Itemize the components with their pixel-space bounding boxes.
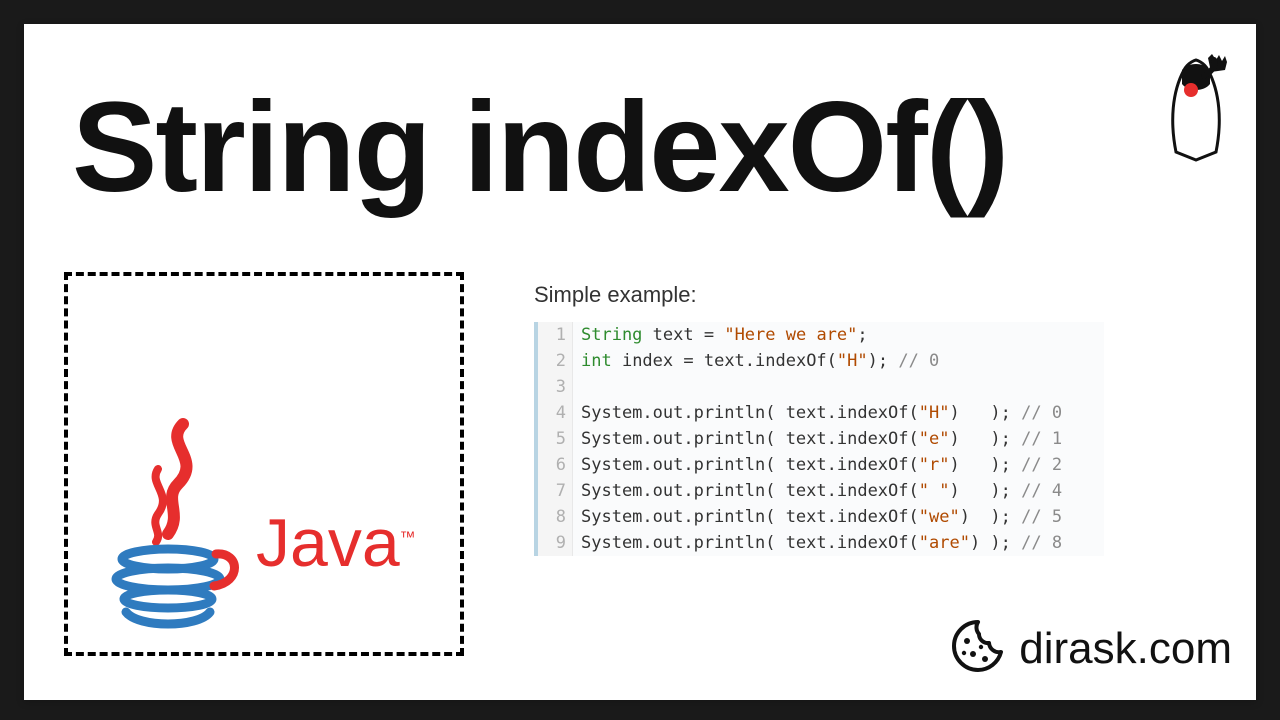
java-duke-icon bbox=[1164, 52, 1228, 162]
line-number: 4 bbox=[538, 400, 573, 426]
line-number: 9 bbox=[538, 530, 573, 556]
code-content: System.out.println( text.indexOf("e") );… bbox=[573, 426, 1062, 452]
brand-text: dirask.com bbox=[1019, 624, 1232, 674]
code-content: System.out.println( text.indexOf("r") );… bbox=[573, 452, 1062, 478]
code-line: 6System.out.println( text.indexOf("r") )… bbox=[538, 452, 1104, 478]
line-number: 3 bbox=[538, 374, 573, 400]
code-content bbox=[573, 374, 591, 400]
page-title: String indexOf() bbox=[72, 84, 1007, 212]
slide-canvas: String indexOf() bbox=[24, 24, 1256, 700]
cookie-icon bbox=[951, 619, 1005, 678]
line-number: 8 bbox=[538, 504, 573, 530]
line-number: 7 bbox=[538, 478, 573, 504]
code-content: String text = "Here we are"; bbox=[573, 322, 868, 348]
java-logo-icon: Java™ bbox=[128, 414, 408, 634]
code-line: 4System.out.println( text.indexOf("H") )… bbox=[538, 400, 1104, 426]
code-line: 1String text = "Here we are"; bbox=[538, 322, 1104, 348]
code-content: System.out.println( text.indexOf("we") )… bbox=[573, 504, 1062, 530]
code-block: 1String text = "Here we are";2int index … bbox=[534, 322, 1104, 556]
code-content: System.out.println( text.indexOf("are") … bbox=[573, 530, 1062, 556]
code-line: 5System.out.println( text.indexOf("e") )… bbox=[538, 426, 1104, 452]
java-tm: ™ bbox=[400, 529, 416, 546]
java-word-text: Java bbox=[256, 505, 400, 581]
java-wordmark: Java™ bbox=[256, 504, 416, 582]
line-number: 1 bbox=[538, 322, 573, 348]
code-line: 8System.out.println( text.indexOf("we") … bbox=[538, 504, 1104, 530]
code-line: 7System.out.println( text.indexOf(" ") )… bbox=[538, 478, 1104, 504]
code-line: 2int index = text.indexOf("H"); // 0 bbox=[538, 348, 1104, 374]
line-number: 6 bbox=[538, 452, 573, 478]
code-content: int index = text.indexOf("H"); // 0 bbox=[573, 348, 939, 374]
example-caption: Simple example: bbox=[534, 282, 697, 308]
line-number: 5 bbox=[538, 426, 573, 452]
line-number: 2 bbox=[538, 348, 573, 374]
code-content: System.out.println( text.indexOf("H") );… bbox=[573, 400, 1062, 426]
brand: dirask.com bbox=[951, 619, 1232, 678]
code-line: 3 bbox=[538, 374, 1104, 400]
java-logo-box: Java™ bbox=[64, 272, 464, 656]
code-line: 9System.out.println( text.indexOf("are")… bbox=[538, 530, 1104, 556]
code-content: System.out.println( text.indexOf(" ") );… bbox=[573, 478, 1062, 504]
